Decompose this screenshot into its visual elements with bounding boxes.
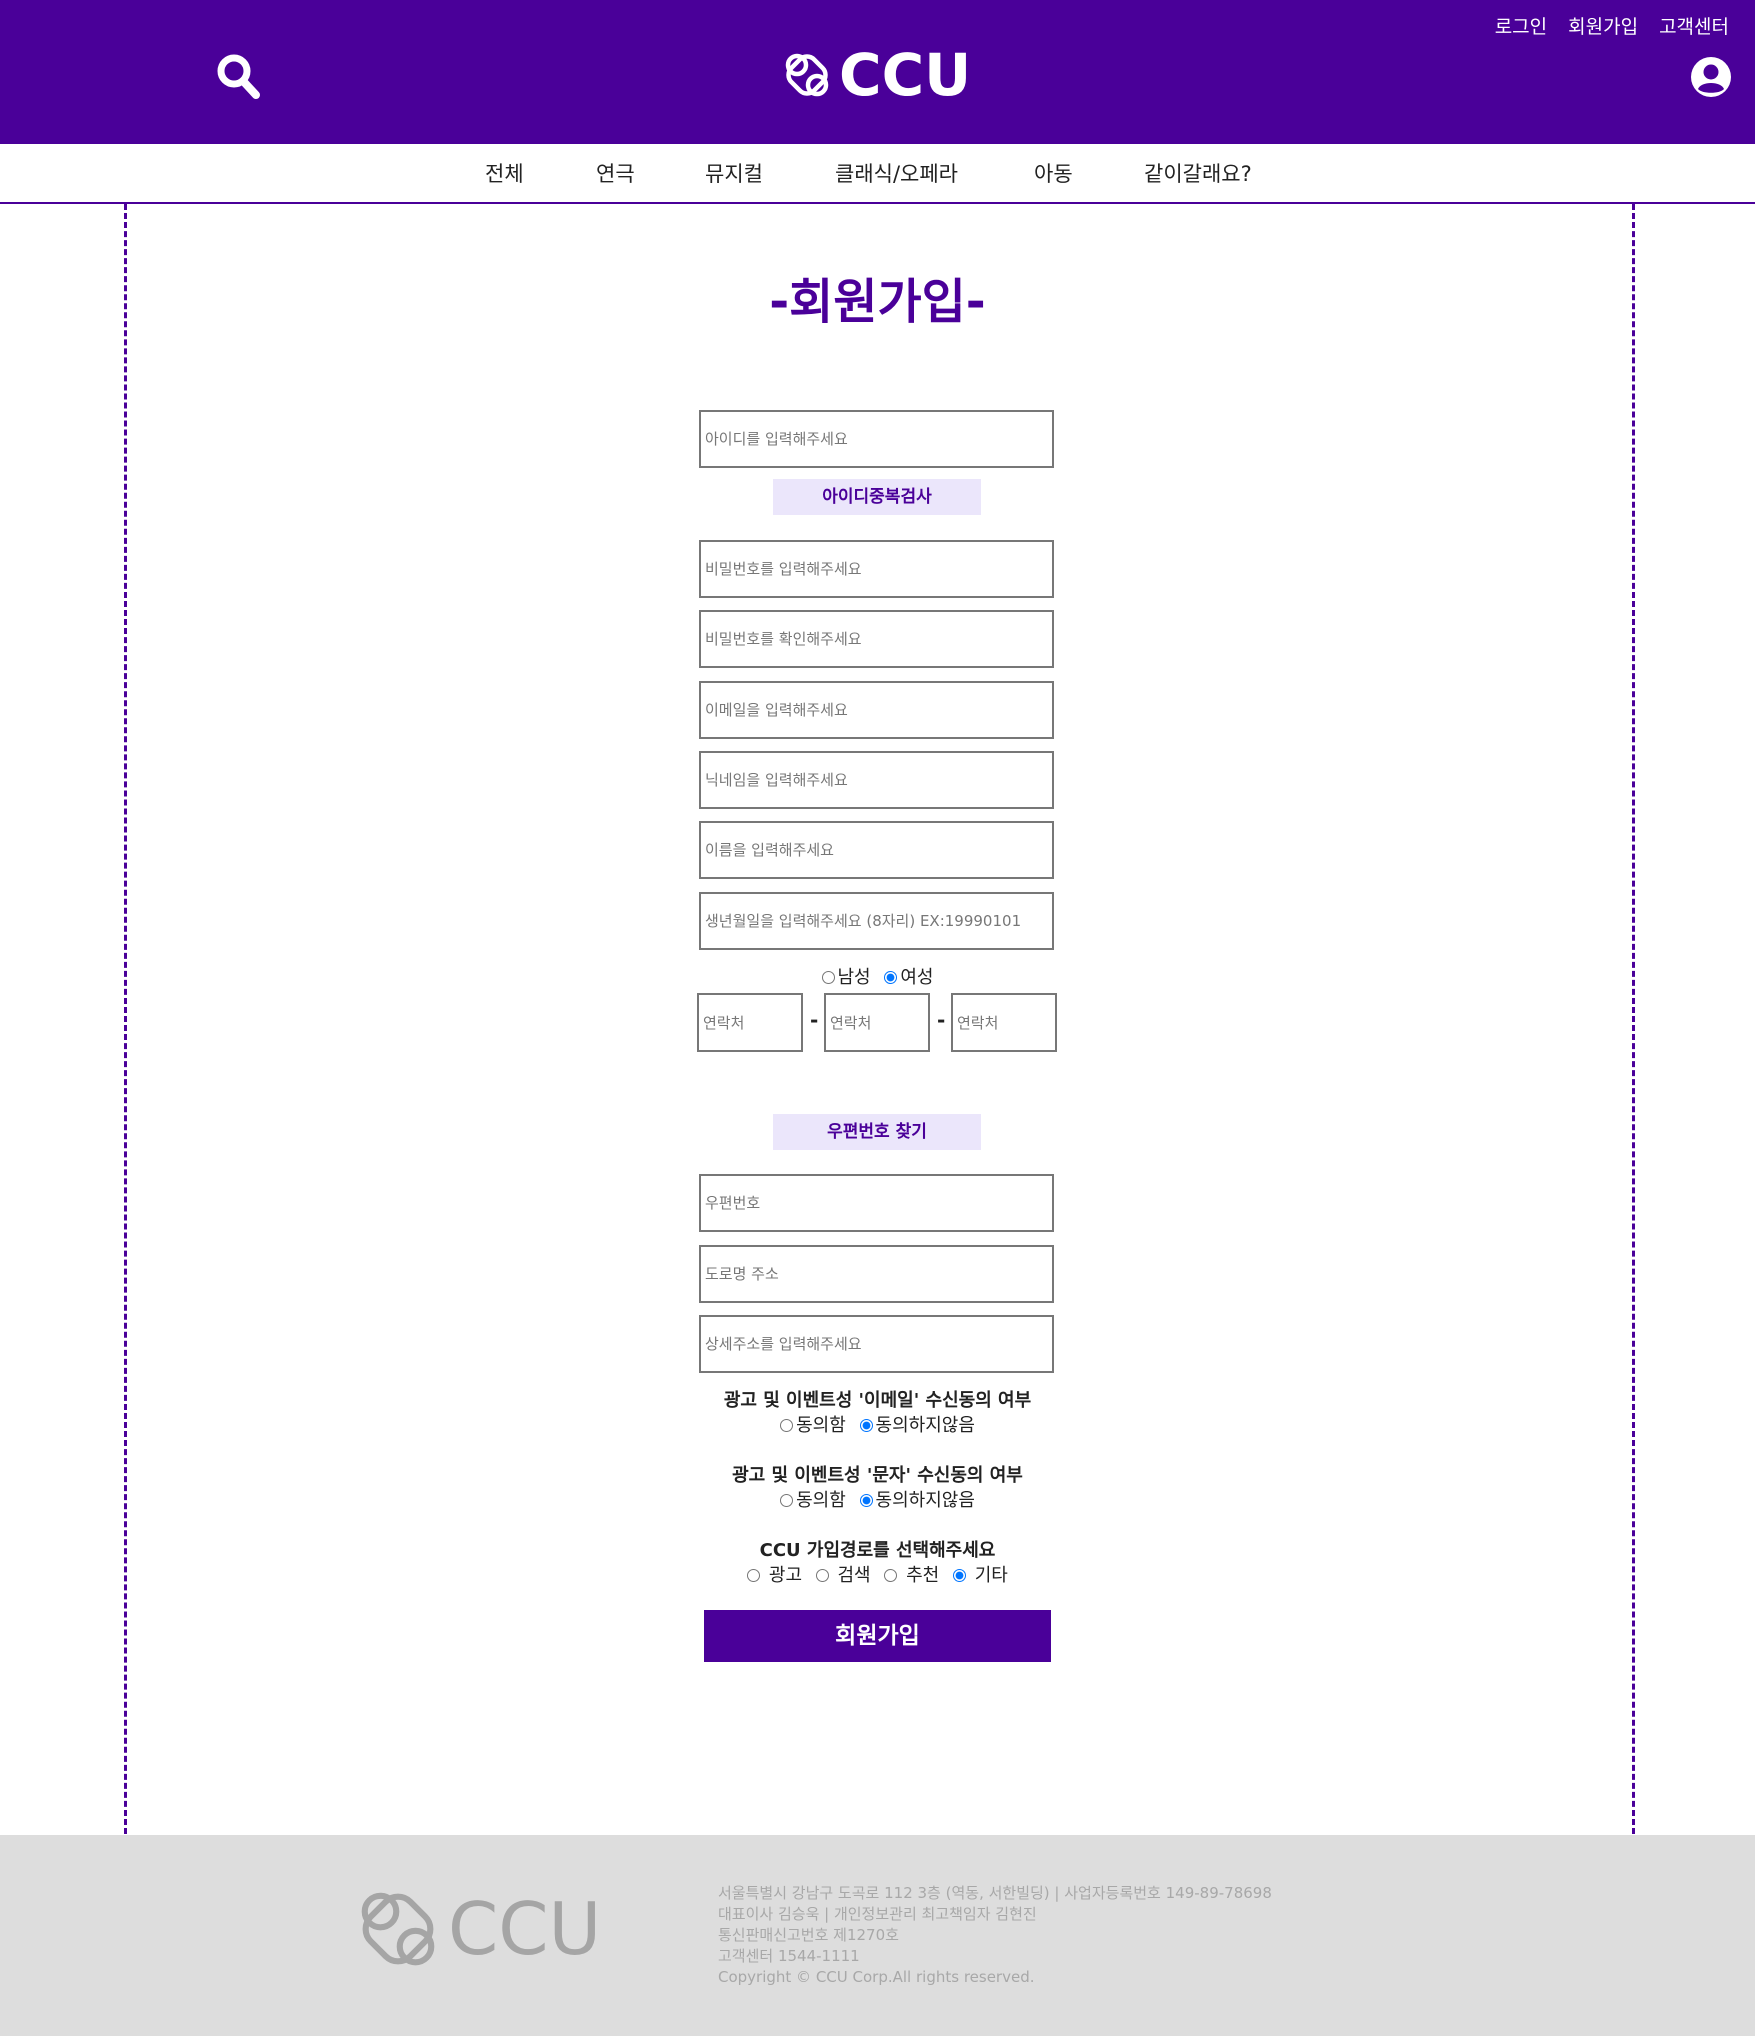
join-path-radio-group: 광고 검색 추천 기타 — [0, 1561, 1755, 1587]
name-input[interactable] — [699, 821, 1054, 879]
signup-submit-button[interactable]: 회원가입 — [704, 1610, 1051, 1662]
nav-item-kids[interactable]: 아동 — [1034, 158, 1073, 188]
join-path-search-option[interactable]: 검색 — [815, 1565, 871, 1586]
category-nav: 전체 연극 뮤지컬 클래식/오페라 아동 같이갈래요? — [0, 144, 1755, 204]
footer-logo-text: CCU — [448, 1887, 602, 1971]
gender-male-label: 남성 — [837, 967, 871, 988]
zipcode-input[interactable] — [699, 1174, 1054, 1232]
login-link[interactable]: 로그인 — [1495, 12, 1547, 39]
sms-disagree-option[interactable]: 동의하지않음 — [859, 1490, 975, 1511]
birthdate-input[interactable] — [699, 892, 1054, 950]
gender-male-radio[interactable] — [821, 971, 835, 984]
top-links: 로그인 회원가입 고객센터 — [1495, 12, 1729, 39]
detail-address-input[interactable] — [699, 1315, 1054, 1373]
sms-disagree-label: 동의하지않음 — [875, 1490, 975, 1511]
join-path-other-radio[interactable] — [952, 1569, 966, 1582]
gender-radio-group: 남성 여성 — [0, 963, 1755, 989]
logo[interactable]: CCU — [783, 42, 971, 108]
email-disagree-radio[interactable] — [859, 1419, 873, 1432]
logo-knot-icon — [785, 53, 829, 97]
nav-item-classic-opera[interactable]: 클래식/오페라 — [835, 158, 958, 188]
join-path-search-radio[interactable] — [815, 1569, 829, 1582]
email-agree-radio[interactable] — [780, 1419, 794, 1432]
nav-item-play[interactable]: 연극 — [596, 158, 635, 188]
join-path-other-label: 기타 — [974, 1565, 1008, 1586]
footer-copyright: Copyright © CCU Corp.All rights reserved… — [718, 1968, 1035, 1986]
email-agree-label: 동의함 — [796, 1415, 846, 1436]
join-path-recommend-radio[interactable] — [884, 1569, 898, 1582]
footer-logo: CCU — [356, 1887, 601, 1971]
footer-ceo-line: 대표이사 김승욱 | 개인정보관리 최고책임자 김현진 — [718, 1905, 1037, 1923]
nav-item-musical[interactable]: 뮤지컬 — [705, 158, 763, 188]
email-input[interactable] — [699, 681, 1054, 739]
footer-report-line: 통신판매신고번호 제1270호 — [718, 1926, 899, 1944]
sms-agree-radio-group: 동의함 동의하지않음 — [0, 1486, 1755, 1512]
sms-agree-label: 동의함 — [796, 1490, 846, 1511]
email-agree-title: 광고 및 이벤트성 '이메일' 수신동의 여부 — [723, 1390, 1032, 1411]
road-address-input[interactable] — [699, 1245, 1054, 1303]
join-path-other-option[interactable]: 기타 — [952, 1565, 1008, 1586]
join-path-search-label: 검색 — [837, 1565, 871, 1586]
phone-separator: - — [937, 1008, 946, 1032]
user-circle-icon[interactable] — [1690, 56, 1732, 98]
phone-part1-input[interactable] — [697, 993, 803, 1052]
phone-part3-input[interactable] — [951, 993, 1057, 1052]
footer-logo-knot-icon — [361, 1892, 435, 1966]
gender-male-option[interactable]: 남성 — [821, 967, 871, 988]
sms-agree-radio[interactable] — [780, 1494, 794, 1507]
nav-item-together[interactable]: 같이갈래요? — [1144, 158, 1252, 188]
password-confirm-input[interactable] — [699, 610, 1054, 668]
signup-link[interactable]: 회원가입 — [1568, 12, 1638, 39]
zip-search-button[interactable]: 우편번호 찾기 — [773, 1114, 981, 1150]
join-path-ad-label: 광고 — [768, 1565, 803, 1586]
join-path-recommend-label: 추천 — [906, 1565, 940, 1586]
join-path-recommend-option[interactable]: 추천 — [884, 1565, 939, 1586]
id-check-button[interactable]: 아이디중복검사 — [773, 479, 981, 515]
nav-item-all[interactable]: 전체 — [485, 158, 524, 188]
sms-agree-option[interactable]: 동의함 — [780, 1490, 846, 1511]
sms-disagree-radio[interactable] — [859, 1494, 873, 1507]
gender-female-radio[interactable] — [884, 971, 898, 984]
customer-center-link[interactable]: 고객센터 — [1659, 12, 1729, 39]
join-path-title: CCU 가입경로를 선택해주세요 — [759, 1540, 996, 1561]
logo-text: CCU — [839, 41, 972, 109]
join-path-ad-radio[interactable] — [747, 1569, 761, 1582]
email-agree-radio-group: 동의함 동의하지않음 — [0, 1411, 1755, 1437]
nickname-input[interactable] — [699, 751, 1054, 809]
email-agree-option[interactable]: 동의함 — [780, 1415, 846, 1436]
footer: CCU 서울특별시 강남구 도곡로 112 3층 (역동, 서한빌딩) | 사업… — [0, 1835, 1755, 2036]
sms-agree-title: 광고 및 이벤트성 '문자' 수신동의 여부 — [732, 1465, 1023, 1486]
footer-info: 서울특별시 강남구 도곡로 112 3층 (역동, 서한빌딩) | 사업자등록번… — [718, 1883, 1272, 1988]
email-disagree-option[interactable]: 동의하지않음 — [859, 1415, 975, 1436]
gender-female-option[interactable]: 여성 — [884, 967, 933, 988]
header: 로그인 회원가입 고객센터 CCU — [0, 0, 1755, 144]
page-title: -회원가입- — [769, 274, 986, 330]
id-input[interactable] — [699, 410, 1054, 468]
phone-part2-input[interactable] — [824, 993, 930, 1052]
email-disagree-label: 동의하지않음 — [875, 1415, 975, 1436]
join-path-ad-option[interactable]: 광고 — [747, 1565, 802, 1586]
footer-address-line: 서울특별시 강남구 도곡로 112 3층 (역동, 서한빌딩) | 사업자등록번… — [718, 1884, 1272, 1902]
gender-female-label: 여성 — [900, 967, 934, 988]
phone-separator: - — [810, 1008, 819, 1032]
password-input[interactable] — [699, 540, 1054, 598]
search-icon[interactable] — [215, 52, 263, 102]
footer-customer-center-line: 고객센터 1544-1111 — [718, 1947, 860, 1965]
